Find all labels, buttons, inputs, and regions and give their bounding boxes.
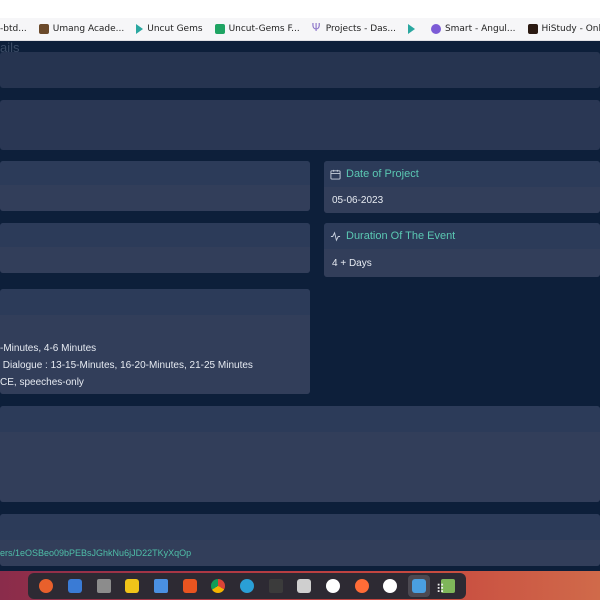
umang-favicon-icon [38,24,49,34]
play-favicon-icon [407,24,415,34]
kde-connect-icon[interactable] [383,579,398,593]
duration-value: 4 + Days [332,257,372,269]
activity-icon [330,231,341,241]
card-body [0,432,600,502]
bookmark-item[interactable]: Uncut-Gems F... [214,18,300,40]
bookmark-item[interactable]: -btd... [0,18,27,40]
card-header [0,223,310,247]
bookmark-item[interactable] [407,18,419,40]
document-icon[interactable] [153,579,168,593]
bookmark-label: Uncut Gems [147,24,203,34]
show-apps-grid-icon[interactable]: ⠿ [436,582,445,596]
files-icon[interactable] [96,579,111,593]
sheets-favicon-icon [214,24,225,34]
vscode-icon[interactable] [407,575,430,597]
play-favicon-icon [136,24,144,34]
bookmark-label: Uncut-Gems F... [228,24,300,34]
card-header [0,514,600,540]
left-card-1 [0,161,310,211]
duration-card: Duration Of The Event 4 + Days [324,223,600,277]
branch-favicon-icon [312,21,322,34]
bookmark-item[interactable]: Projects - Das... [312,18,396,40]
screenshot-icon[interactable] [297,579,312,593]
bookmark-item[interactable]: Smart - Angul... [430,18,516,40]
date-of-project-card: Date of Project 05-06-2023 [324,161,600,213]
card-body [0,247,310,273]
card-body: 05-06-2023 [324,187,600,213]
link-card: ers/1eOSBeo09bPEBsJGhkNu6jJD22TKyXqOp [0,514,600,566]
top-card [0,52,600,88]
bookmark-item[interactable]: HiStudy - Onli... [527,18,600,40]
date-label: Date of Project [346,168,419,180]
duration-label: Duration Of The Event [346,230,456,242]
bookmark-item[interactable]: Umang Acade... [38,18,125,40]
help-icon[interactable] [239,579,254,593]
card-header: Duration Of The Event [324,223,600,249]
card-body: 4 + Days [324,249,600,277]
postman-icon[interactable] [354,579,369,593]
drive-link[interactable]: ers/1eOSBeo09bPEBsJGhkNu6jJD22TKyXqOp [0,548,191,558]
terminal-icon[interactable] [268,579,283,593]
calendar-icon [330,169,341,180]
card-body: -Minutes, 4-6 Minutes Dialogue : 13-15-M… [0,315,310,394]
details-card: -Minutes, 4-6 Minutes Dialogue : 13-15-M… [0,289,310,394]
bookmark-label: HiStudy - Onli... [541,24,600,34]
card-header [0,289,310,315]
histudy-favicon-icon [527,24,538,34]
left-card-2 [0,223,310,273]
details-line-3: CE, speeches-only [0,377,84,388]
notes-card [0,406,600,502]
bookmark-label: Smart - Angul... [444,24,516,34]
bookmark-label: Umang Acade... [52,24,125,34]
bookmark-item[interactable]: Uncut Gems [136,18,203,40]
window-top-strip [0,0,600,18]
graduation-cap-favicon-icon [430,24,441,34]
software-icon[interactable] [182,579,197,593]
details-line-2: Dialogue : 13-15-Minutes, 16-20-Minutes,… [0,360,253,371]
firefox-icon[interactable] [39,579,54,593]
bookmarks-bar: -btd... Umang Acade... Uncut Gems Uncut-… [0,18,600,41]
messages-icon[interactable] [67,579,82,593]
bookmark-label: Projects - Das... [325,24,396,34]
card-body: ers/1eOSBeo09bPEBsJGhkNu6jJD22TKyXqOp [0,540,600,566]
chrome-icon[interactable] [211,579,226,593]
card-header [0,406,600,432]
slack-icon[interactable] [325,579,340,593]
summary-card [0,100,600,150]
card-header [0,161,310,185]
bookmark-label: -btd... [0,24,27,34]
details-line-1: -Minutes, 4-6 Minutes [0,343,97,354]
app-dock [28,573,466,599]
date-value: 05-06-2023 [332,194,384,206]
card-body [0,185,310,211]
card-header: Date of Project [324,161,600,187]
clock-icon[interactable] [125,579,140,593]
